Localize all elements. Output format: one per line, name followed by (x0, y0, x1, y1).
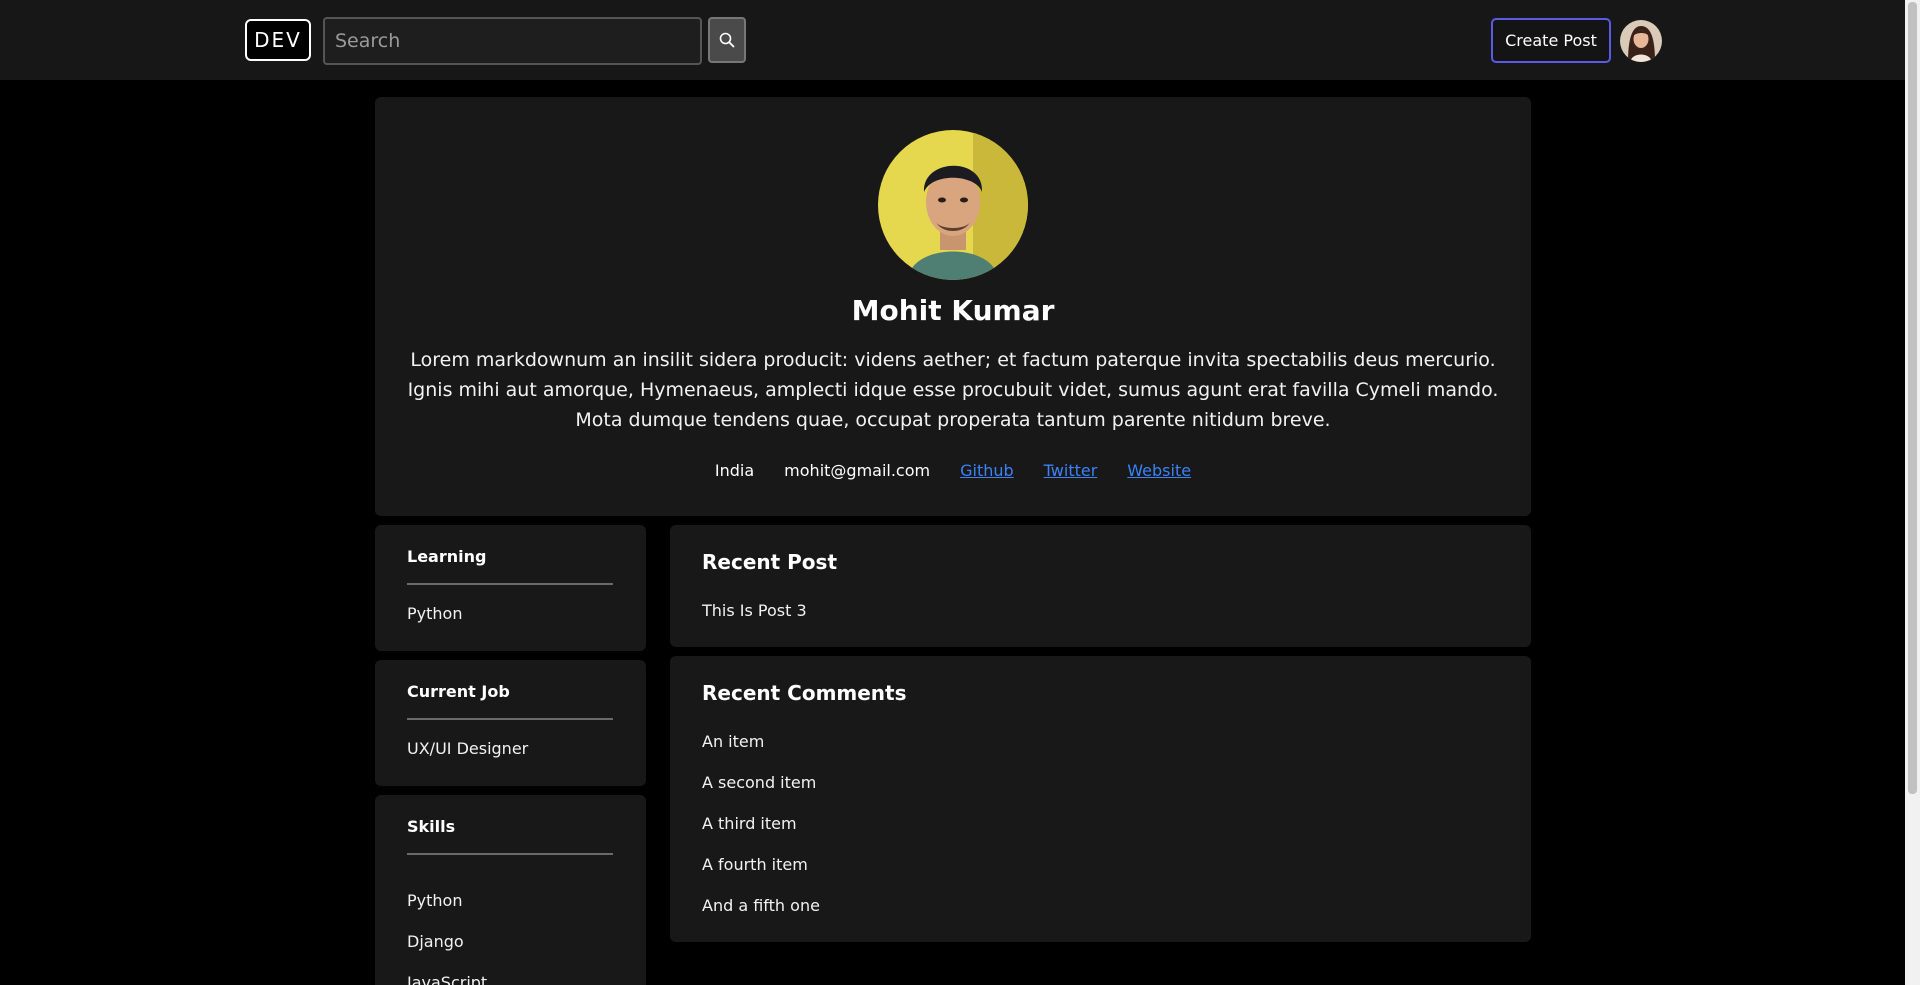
profile-name: Mohit Kumar (851, 294, 1055, 327)
search-button[interactable] (708, 17, 746, 63)
dev-logo[interactable]: DEV (245, 19, 311, 61)
github-link[interactable]: Github (960, 461, 1014, 480)
top-navbar: DEV Create Post (0, 0, 1905, 80)
recent-comments-card: Recent Comments An item A second item A … (670, 656, 1531, 942)
comment-item[interactable]: A third item (702, 814, 797, 833)
profile-bio: Lorem markdownum an insilit sidera produ… (407, 349, 1499, 431)
skills-item: Django (407, 932, 464, 951)
divider (407, 583, 613, 585)
profile-avatar (878, 130, 1028, 280)
current-job-card: Current Job UX/UI Designer (375, 660, 646, 786)
recent-comments-title: Recent Comments (702, 681, 907, 705)
skills-item: Python (407, 891, 463, 910)
comment-item[interactable]: And a fifth one (702, 896, 820, 915)
comment-item[interactable]: A fourth item (702, 855, 808, 874)
search-input[interactable] (323, 17, 702, 65)
website-link[interactable]: Website (1127, 461, 1191, 480)
create-post-button[interactable]: Create Post (1491, 18, 1611, 63)
comment-item[interactable]: An item (702, 732, 764, 751)
user-avatar[interactable] (1620, 20, 1662, 62)
learning-item: Python (407, 604, 463, 623)
skills-card: Skills Python Django JavaScript (375, 795, 646, 985)
profile-email: mohit@gmail.com (784, 461, 931, 480)
recent-post-item[interactable]: This Is Post 3 (702, 601, 807, 620)
profile-location: India (714, 461, 755, 480)
learning-card: Learning Python (375, 525, 646, 651)
current-job-title: Current Job (407, 682, 510, 701)
skills-title: Skills (407, 817, 456, 836)
twitter-link[interactable]: Twitter (1044, 461, 1098, 480)
recent-post-card: Recent Post This Is Post 3 (670, 525, 1531, 647)
skills-item: JavaScript (407, 973, 488, 985)
search-icon (719, 32, 735, 48)
current-job-item: UX/UI Designer (407, 739, 529, 758)
profile-meta-row: India mohit@gmail.com Github Twitter Web… (375, 461, 1531, 480)
divider (407, 853, 613, 855)
scrollbar-thumb[interactable] (1908, 2, 1917, 794)
divider (407, 718, 613, 720)
profile-card: Mohit Kumar Lorem markdownum an insilit … (375, 97, 1531, 516)
recent-post-title: Recent Post (702, 550, 838, 574)
learning-title: Learning (407, 547, 487, 566)
comment-item[interactable]: A second item (702, 773, 816, 792)
page-scrollbar[interactable] (1905, 0, 1920, 985)
